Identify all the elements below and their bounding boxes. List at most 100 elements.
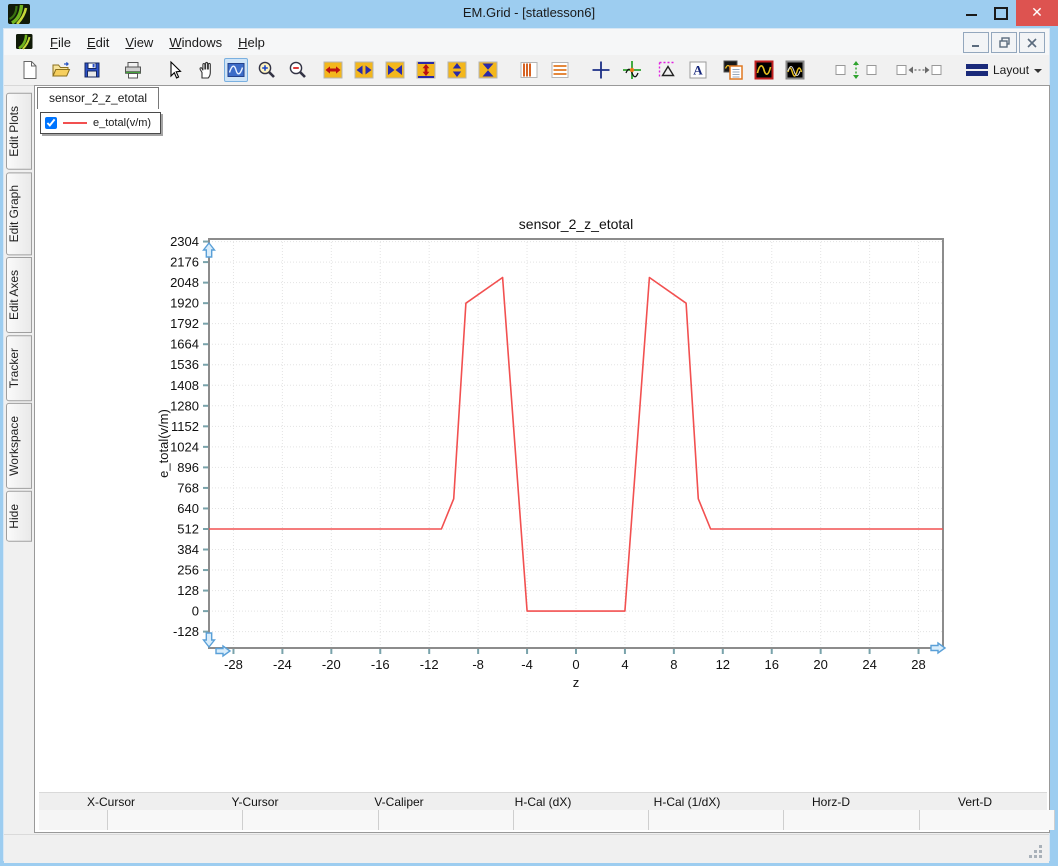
app-logo-icon-small	[16, 34, 33, 50]
save-icon[interactable]	[80, 58, 104, 82]
y-tick-label: 256	[177, 563, 199, 578]
plot-document: sensor_2_z_etotal e_total(v/m) -28 -24 -20…	[34, 85, 1055, 833]
chart-title: sensor_2_z_etotal	[519, 216, 633, 232]
sidebar-tab-edit-graph[interactable]: Edit Graph	[6, 171, 32, 256]
y-tick-label: 1152	[171, 419, 199, 434]
readout-value-3	[512, 810, 649, 830]
readout-value-5	[783, 810, 919, 830]
layout-button[interactable]: Layout	[960, 61, 1048, 79]
status-bar	[4, 834, 1049, 863]
readout-value-1	[242, 810, 378, 830]
menu-item-view[interactable]: View	[117, 32, 161, 53]
y-tick-label: 1408	[170, 378, 199, 393]
client-area: File Edit View Windows Help A Layout Edi…	[3, 28, 1055, 863]
mdi-restore-button[interactable]	[991, 32, 1017, 53]
readout-header-x-cursor: X-Cursor	[86, 795, 135, 809]
x-tick-label: -20	[322, 657, 341, 672]
x-tick-label: 4	[621, 657, 628, 672]
legend-line-sample	[63, 122, 87, 124]
x-tick-label: 12	[716, 657, 730, 672]
sidebar-tab-edit-plots[interactable]: Edit Plots	[6, 93, 32, 170]
legend-list-icon[interactable]	[721, 58, 745, 82]
zoom-out-icon[interactable]	[286, 58, 310, 82]
minimize-button[interactable]	[956, 0, 986, 26]
readout-header-y-cursor: Y-Cursor	[231, 795, 279, 809]
x-tick-label: 20	[813, 657, 827, 672]
mdi-close-button[interactable]	[1019, 32, 1045, 53]
text-label-icon[interactable]: A	[686, 58, 710, 82]
zoom-in-icon[interactable]	[255, 58, 279, 82]
box-zoom-icon[interactable]	[224, 58, 248, 82]
expand-x-icon[interactable]	[321, 58, 345, 82]
new-document-icon[interactable]	[18, 58, 42, 82]
y-axis-top-handle[interactable]	[202, 241, 216, 258]
stretch-x-icon[interactable]	[352, 58, 376, 82]
open-file-icon[interactable]	[49, 58, 73, 82]
sidebar-tab-tracker[interactable]: Tracker	[6, 335, 32, 402]
vertical-markers-icon[interactable]	[517, 58, 541, 82]
maximize-button[interactable]	[986, 0, 1016, 26]
print-icon[interactable]	[121, 58, 145, 82]
expand-y-icon[interactable]	[414, 58, 438, 82]
sidebar-tab-edit-axes[interactable]: Edit Axes	[6, 257, 32, 334]
window-title: EM.Grid - [statlesson6]	[462, 5, 596, 20]
readout-header-h-cal-1-dx-: H-Cal (1/dX)	[653, 795, 721, 809]
chevron-down-icon	[1034, 69, 1043, 73]
shrink-y-icon[interactable]	[476, 58, 500, 82]
menu-item-file[interactable]: File	[42, 32, 79, 53]
pointer-icon[interactable]	[162, 58, 186, 82]
chart-canvas: -28 -24 -20 -16 -12 -8 -4 0 4 8 12 16 20 24 28 2304 2176…	[156, 216, 947, 690]
readout-value-row	[39, 810, 1055, 830]
pan-hand-icon[interactable]	[193, 58, 217, 82]
menu-item-edit[interactable]: Edit	[79, 32, 117, 53]
x-tick-label: -8	[472, 657, 484, 672]
y-tick-label: 512	[177, 521, 199, 536]
legend-label: e_total(v/m)	[93, 117, 152, 129]
crosshair-icon[interactable]	[589, 58, 613, 82]
align-vertical-icon[interactable]	[834, 58, 878, 82]
y-tick-label: 2304	[170, 234, 199, 249]
readout-value-4	[648, 810, 784, 830]
menu-items: File Edit View Windows Help	[42, 29, 273, 55]
resize-grip[interactable]	[1029, 845, 1043, 859]
y-tick-label: 1024	[170, 439, 199, 454]
title-bar: EM.Grid - [statlesson6] ✕	[0, 0, 1058, 28]
readout-header-h-cal-dx-: H-Cal (dX)	[514, 795, 572, 809]
x-tick-label: 24	[862, 657, 876, 672]
shrink-x-icon[interactable]	[383, 58, 407, 82]
menu-item-help[interactable]: Help	[230, 32, 273, 53]
multi-trace-icon[interactable]	[783, 58, 807, 82]
y-tick-label: 1280	[170, 398, 199, 413]
close-button[interactable]: ✕	[1016, 0, 1058, 26]
x-tick-label: -12	[420, 657, 439, 672]
sidebar-tab-workspace[interactable]: Workspace	[6, 403, 32, 490]
y-tick-label: -128	[173, 624, 199, 639]
layout-icon	[966, 64, 988, 76]
readout-value-0	[107, 810, 243, 830]
svg-text:A: A	[693, 63, 703, 78]
menu-item-windows[interactable]: Windows	[161, 32, 230, 53]
y-tick-label: 128	[177, 583, 199, 598]
sidebar-tab-hide[interactable]: Hide	[6, 491, 32, 542]
legend-box: e_total(v/m)	[40, 112, 162, 134]
layout-button-label: Layout	[993, 63, 1030, 77]
menu-bar: File Edit View Windows Help	[4, 29, 1049, 56]
x-tick-label: -24	[273, 657, 292, 672]
y-tick-label: 0	[192, 604, 199, 619]
horizontal-markers-icon[interactable]	[548, 58, 572, 82]
document-tab[interactable]: sensor_2_z_etotal	[37, 87, 160, 109]
align-horizontal-icon[interactable]	[895, 58, 943, 82]
readout-header-v-caliper: V-Caliper	[374, 795, 424, 809]
readout-value-2	[377, 810, 513, 830]
legend-checkbox[interactable]	[45, 117, 57, 129]
tracker-icon[interactable]	[620, 58, 644, 82]
single-trace-icon[interactable]	[752, 58, 776, 82]
x-tick-label: 8	[670, 657, 677, 672]
caliper-icon[interactable]	[655, 58, 679, 82]
y-axis-bottom-handle[interactable]	[202, 632, 216, 649]
readout-value-6	[918, 810, 1055, 830]
mdi-minimize-button[interactable]	[963, 32, 989, 53]
stretch-y-icon[interactable]	[445, 58, 469, 82]
y-axis-label: e_total(v/m)	[156, 409, 171, 478]
y-tick-label: 2176	[170, 255, 199, 270]
